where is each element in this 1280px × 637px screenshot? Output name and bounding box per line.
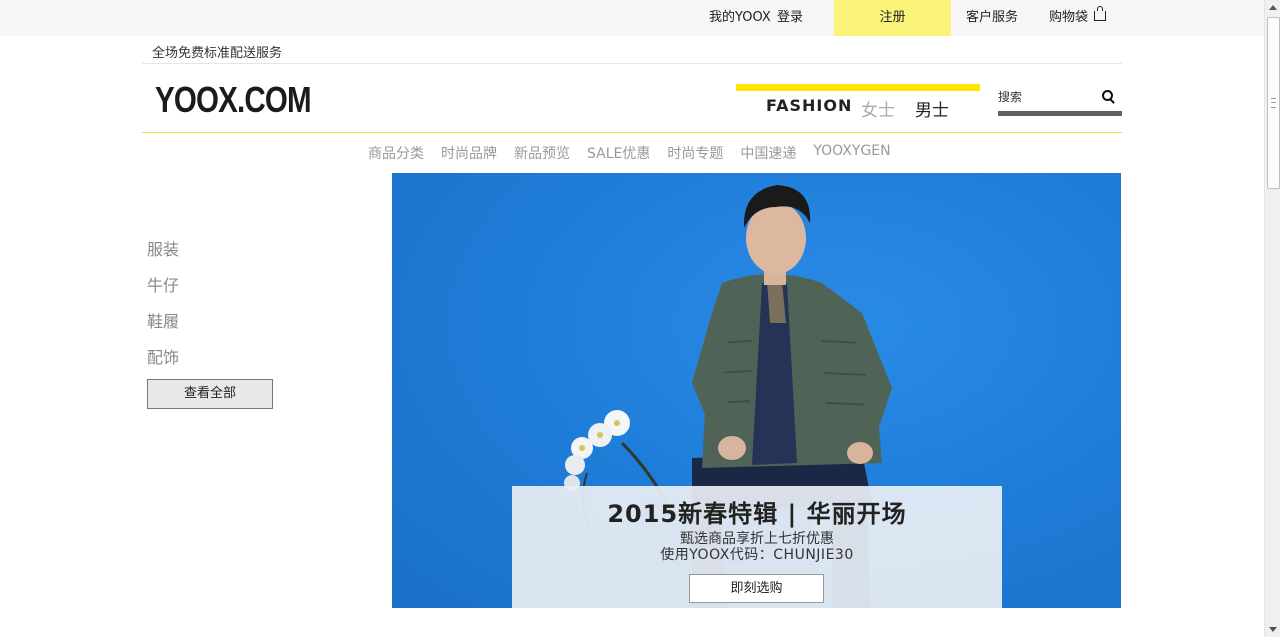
tab-men[interactable]: 男士 — [915, 96, 949, 121]
nav-brands[interactable]: 时尚品牌 — [441, 143, 497, 163]
nav-features[interactable]: 时尚专题 — [667, 143, 723, 163]
shopping-bag-icon — [1094, 5, 1107, 21]
register-button[interactable]: 注册 — [834, 0, 951, 36]
shop-now-button[interactable]: 即刻选购 — [689, 574, 824, 603]
view-all-button[interactable]: 查看全部 — [147, 379, 273, 409]
shopping-bag-link[interactable]: 购物袋 — [1049, 0, 1107, 36]
free-shipping-promo: 全场免费标准配送服务 — [152, 46, 283, 61]
my-yoox-link[interactable]: 我的YOOX — [709, 0, 771, 36]
scroll-grip-icon — [1271, 98, 1276, 108]
search-icon[interactable] — [1102, 90, 1115, 104]
login-link[interactable]: 登录 — [777, 0, 803, 36]
promo-title: 2015新春特辑 | 华丽开场 — [607, 500, 907, 528]
hero-banner[interactable]: 2015新春特辑 | 华丽开场 甄选商品享折上七折优惠 使用YOOX代码：CHU… — [392, 173, 1121, 608]
nav-sale[interactable]: SALE优惠 — [587, 143, 650, 163]
search-underline — [998, 111, 1122, 116]
scroll-up-arrow-icon[interactable] — [1269, 5, 1277, 10]
scroll-down-arrow-icon[interactable] — [1269, 627, 1277, 632]
category-nav: 商品分类 时尚品牌 新品预览 SALE优惠 时尚专题 中国速递 YOOXYGEN — [368, 143, 891, 163]
top-utility-bar: 我的YOOX 登录 注册 客户服务 购物袋 — [0, 0, 1264, 36]
sidebar-item-clothing[interactable]: 服装 — [147, 236, 179, 260]
vertical-scrollbar[interactable] — [1264, 0, 1280, 637]
sidebar-item-denim[interactable]: 牛仔 — [147, 272, 179, 296]
sidebar-item-accessories[interactable]: 配饰 — [147, 344, 179, 368]
nav-categories[interactable]: 商品分类 — [368, 143, 424, 163]
nav-new-arrivals[interactable]: 新品预览 — [514, 143, 570, 163]
yoox-logo[interactable]: YOOX.COM — [155, 79, 312, 121]
promo-code-text: 使用YOOX代码：CHUNJIE30 — [660, 547, 854, 563]
scroll-thumb[interactable] — [1267, 17, 1280, 189]
sidebar-item-shoes[interactable]: 鞋履 — [147, 308, 179, 332]
promo-overlay: 2015新春特辑 | 华丽开场 甄选商品享折上七折优惠 使用YOOX代码：CHU… — [512, 486, 1002, 608]
search-input[interactable] — [998, 86, 1098, 108]
tab-fashion[interactable]: FASHION — [766, 96, 852, 115]
gender-active-bar — [736, 84, 980, 91]
header-divider — [142, 63, 1122, 64]
shopping-bag-label: 购物袋 — [1049, 10, 1089, 25]
nav-china-express[interactable]: 中国速递 — [740, 143, 796, 163]
tab-women[interactable]: 女士 — [861, 96, 895, 121]
customer-service-link[interactable]: 客户服务 — [966, 0, 1018, 36]
header-bottom-divider — [142, 132, 1122, 133]
nav-yooxygen[interactable]: YOOXYGEN — [813, 143, 890, 163]
